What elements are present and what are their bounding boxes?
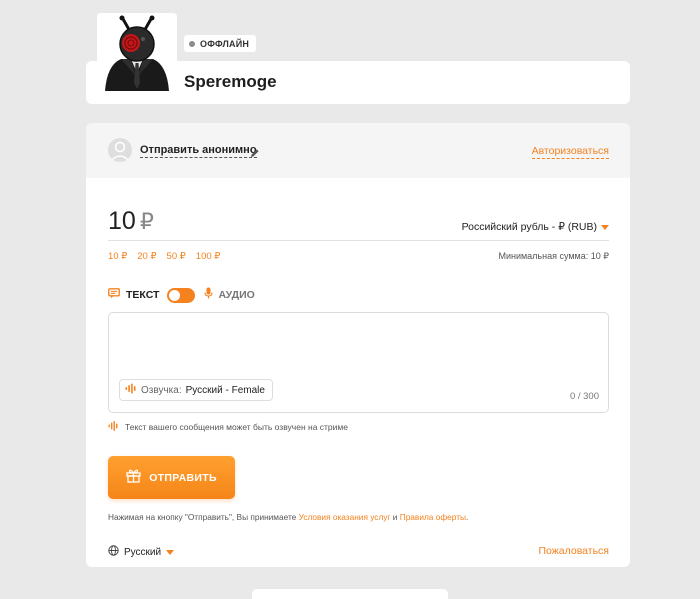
pencil-icon[interactable] bbox=[250, 145, 260, 163]
sound-wave-icon bbox=[108, 421, 119, 433]
offer-rules-link[interactable]: Правила оферты bbox=[400, 512, 466, 522]
send-button[interactable]: ОТПРАВИТЬ bbox=[108, 456, 235, 499]
voice-hint: Текст вашего сообщения может быть озвуче… bbox=[108, 421, 348, 433]
terms-middle: и bbox=[392, 512, 398, 522]
audio-mode-label[interactable]: АУДИО bbox=[218, 289, 254, 301]
minimum-sum-label: Минимальная сумма: 10 ₽ bbox=[498, 251, 609, 261]
message-mode-switch: ТЕКСТ АУДИО bbox=[108, 286, 255, 304]
status-badge: ОФФЛАЙН bbox=[184, 35, 257, 52]
microphone-icon bbox=[204, 286, 213, 304]
preset-amount-button[interactable]: 50 ₽ bbox=[167, 251, 186, 262]
send-anonymously-link[interactable]: Отправить анонимно bbox=[140, 144, 257, 158]
mode-toggle[interactable] bbox=[167, 287, 196, 303]
terms-notice: Нажимая на кнопку "Отправить", Вы приним… bbox=[108, 512, 468, 522]
terms-suffix: . bbox=[465, 512, 469, 522]
sender-row: Отправить анонимно Авторизоваться bbox=[86, 123, 630, 178]
currency-select[interactable]: Российский рубль - ₽ (RUB) bbox=[462, 221, 609, 233]
next-card-edge bbox=[252, 589, 448, 599]
streamer-name: Speremoge bbox=[184, 72, 277, 91]
streamer-avatar-image bbox=[97, 13, 177, 91]
voice-label: Озвучка: bbox=[141, 384, 182, 396]
language-select[interactable]: Русский bbox=[108, 545, 175, 559]
anonymous-avatar-icon bbox=[108, 138, 132, 162]
chevron-down-icon bbox=[601, 224, 609, 230]
voice-hint-text: Текст вашего сообщения может быть озвуче… bbox=[125, 422, 348, 432]
chevron-down-icon bbox=[166, 549, 175, 555]
preset-amount-button[interactable]: 20 ₽ bbox=[137, 251, 156, 262]
streamer-avatar bbox=[97, 13, 177, 91]
login-link[interactable]: Авторизоваться bbox=[531, 145, 609, 159]
terms-prefix: Нажимая на кнопку "Отправить", Вы приним… bbox=[108, 512, 297, 522]
voice-value: Русский - Female bbox=[185, 384, 265, 396]
chat-icon bbox=[108, 286, 120, 304]
offline-dot-icon bbox=[189, 40, 195, 47]
currency-symbol: ₽ bbox=[139, 209, 154, 234]
preset-amount-button[interactable]: 10 ₽ bbox=[108, 251, 127, 262]
message-box-overlay: Озвучка: Русский - Female 0 / 300 bbox=[108, 312, 609, 413]
status-label: ОФФЛАЙН bbox=[200, 38, 250, 49]
terms-of-service-link[interactable]: Условия оказания услуг bbox=[299, 512, 391, 522]
donation-form-card: Отправить анонимно Авторизоваться 10 ₽ Ро… bbox=[86, 123, 630, 567]
report-link[interactable]: Пожаловаться bbox=[538, 545, 609, 557]
preset-amount-button[interactable]: 100 ₽ bbox=[196, 251, 221, 262]
currency-select-value: Российский рубль - ₽ (RUB) bbox=[461, 221, 597, 233]
globe-icon bbox=[108, 545, 119, 559]
amount-presets: 10 ₽ 20 ₽ 50 ₽ 100 ₽ bbox=[108, 251, 230, 262]
text-mode-label[interactable]: ТЕКСТ bbox=[126, 289, 159, 301]
amount-input[interactable]: 10 ₽ bbox=[108, 207, 154, 236]
amount-value: 10 bbox=[108, 207, 136, 235]
toggle-knob bbox=[169, 289, 181, 301]
gift-icon bbox=[126, 468, 141, 488]
voice-select[interactable]: Озвучка: Русский - Female bbox=[119, 379, 273, 401]
sound-wave-icon bbox=[125, 383, 137, 397]
character-counter: 0 / 300 bbox=[569, 391, 599, 402]
language-value: Русский bbox=[124, 546, 162, 558]
amount-underline bbox=[108, 240, 609, 241]
send-button-label: ОТПРАВИТЬ bbox=[149, 471, 217, 484]
